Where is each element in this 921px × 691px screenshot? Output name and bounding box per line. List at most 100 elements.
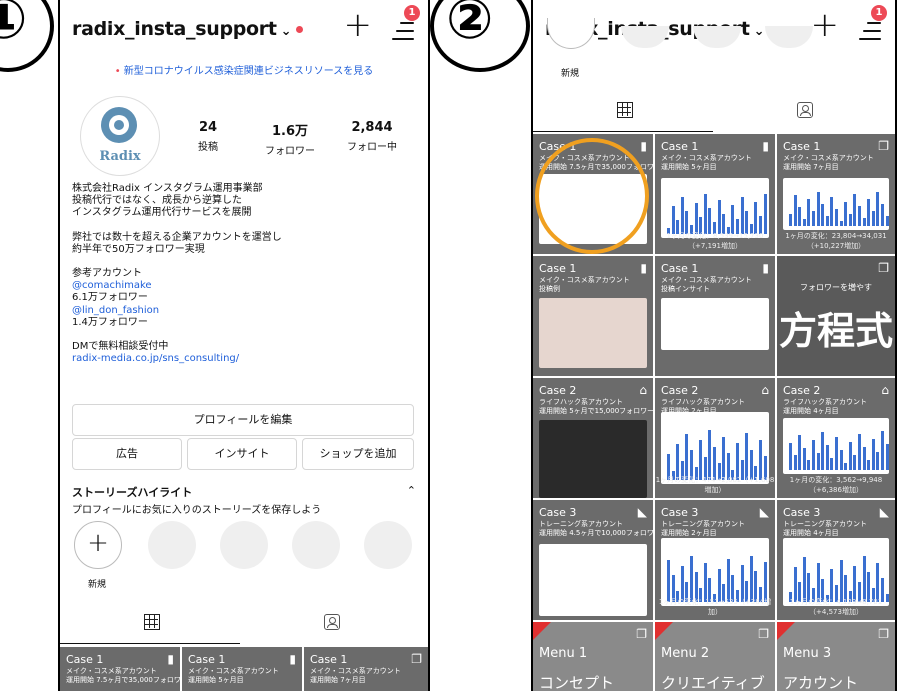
thumbnail-bar [835,208,838,226]
website-link[interactable]: radix-media.co.jp/sns_consulting/ [72,353,282,365]
post-tile[interactable]: Menu 3 アカウント ❐ [777,622,895,691]
post-tile[interactable]: Case 3 トレーニング系アカウント 運用開始 4.5ヶ月で10,000フォロワー… [533,500,653,620]
highlight-placeholder [148,521,196,569]
step-two-label: ② [446,0,494,52]
red-ribbon-icon [533,622,551,640]
thumbnail-bar [858,206,861,226]
hamburger-menu-icon[interactable] [392,22,414,46]
ads-button[interactable]: 広告 [72,438,182,470]
thumbnail-bar [844,201,848,226]
thumbnail-bar [848,213,852,226]
post-tile[interactable]: Case 1 メイク・コスメ系アカウント 投稿例 ▮ [533,256,653,376]
thumbnail-bar [862,447,866,470]
post-tile[interactable]: ❐ フォロワーを増やす 方程式 [777,256,895,376]
post-tile[interactable]: Case 2 ライフハック系アカウント 運用開始 5ヶ月で15,000フォロワー ⌂ [533,378,653,498]
chevron-down-icon: ⌄ [280,24,292,39]
thumbnail-bar [830,196,834,226]
highlights-title: ストーリーズハイライト [72,486,193,499]
thumbnail-bar [798,434,802,470]
house-icon: ⌂ [761,383,769,397]
thumbnail-bar [816,452,820,470]
posts-count[interactable]: 24 投稿 [168,120,248,153]
post-tile[interactable]: Case 1 メイク・コスメ系アカウント 運用開始 7.5ヶ月で35,000フォロワ… [60,647,180,691]
mention-link[interactable]: @lin_don_fashion [72,305,282,317]
post-tile[interactable]: Case 3 トレーニング系アカウント 運用開始 4ヶ月目 ◣ 1ヶ月の変化：4,129… [777,500,895,620]
carousel-icon: ❐ [758,627,769,641]
insights-button[interactable]: インサイト [187,438,297,470]
highlight-circle [535,138,649,254]
thumbnail-bar [816,192,820,226]
lipstick-icon: ▮ [289,652,296,666]
carousel-icon: ❐ [878,139,889,153]
highlight-placeholder [292,521,340,569]
thumbnail-bar [694,202,698,234]
tagged-tab-icon[interactable] [797,102,813,118]
post-tile[interactable]: Case 1 メイク・コスメ系アカウント 運用開始 5ヶ月目 ▮ [182,647,302,691]
hamburger-menu-icon[interactable] [859,22,881,46]
highlights-subtitle: プロフィールにお気に入りのストーリーズを保存しよう [72,505,322,516]
thumbnail-bar [867,459,871,470]
thumbnail-bar [740,196,744,234]
radix-logo-icon [101,107,137,143]
thumbnail-bar [885,215,889,226]
thumbnail-bar [871,210,875,226]
thumbnail-bar [830,457,834,470]
thumbnail-bar [853,454,857,470]
thumbnail-bar [858,434,861,470]
username-text: radix_insta_support [72,18,277,40]
post-tile[interactable]: Case 2 ライフハック系アカウント 運用開始 4ヶ月目 ⌂ 1ヶ月の変化：3,562… [777,378,895,498]
muscle-icon: ◣ [879,505,889,519]
grid-tab-icon[interactable] [617,102,633,118]
post-tile[interactable]: Case 3 トレーニング系アカウント 運用開始 2ヶ月目 ◣ 1ヶ月の変化：151→5… [655,500,775,620]
add-content-icon[interactable]: + [811,8,840,42]
thumbnail-bar [881,203,884,226]
highlight-placeholder [364,521,412,569]
chevron-up-icon[interactable]: ⌃ [407,484,416,497]
thumbnail-bar [798,206,802,226]
house-icon: ⌂ [881,383,889,397]
thumbnail-bar [862,556,866,602]
red-ribbon-icon [777,622,795,640]
post-tile[interactable]: Menu 2 クリエイティブ ❐ [655,622,775,691]
thumbnail-bar [867,198,871,226]
new-highlight-button[interactable]: + [74,521,122,569]
carousel-icon: ❐ [878,627,889,641]
chevron-down-icon: ⌄ [753,24,765,39]
thumbnail-bar [876,452,880,470]
muscle-icon: ◣ [759,505,769,519]
post-tile[interactable]: Case 1 メイク・コスメ系アカウント 運用開始 5ヶ月目 ▮ 1ヶ月の変化：8,53… [655,134,775,254]
post-tile[interactable]: Case 2 ライフハック系アカウント 運用開始 2ヶ月目 ⌂ 1ヶ月の変化：474→2… [655,378,775,498]
lipstick-icon: ▮ [167,652,174,666]
grid-tab-icon[interactable] [144,614,160,630]
thumbnail-bar [759,439,762,480]
username-switcher[interactable]: radix_insta_support⌄ [72,18,304,40]
add-content-icon[interactable]: + [344,8,373,42]
add-shop-button[interactable]: ショップを追加 [302,438,414,470]
tagged-tab-icon[interactable] [324,614,340,630]
top-bar: radix_insta_support⌄ + 1 [60,0,428,58]
followers-count[interactable]: 1.6万 フォロワー [250,120,330,157]
post-tile[interactable]: Case 1 メイク・コスメ系アカウント 投稿インサイト ▮ [655,256,775,376]
post-tile[interactable]: Case 1 メイク・コスメ系アカウント 運用開始 7ヶ月目 ❐ [304,647,428,691]
lipstick-icon: ▮ [640,139,647,153]
menu-badge: 1 [871,5,887,21]
thumbnail-bar [821,204,825,226]
avatar-logo-text: Radix [99,149,141,164]
thumbnail-bar [763,561,767,602]
thumbnail-bar [839,449,843,470]
following-count[interactable]: 2,844 フォロー中 [332,120,412,153]
edit-profile-button[interactable]: プロフィールを編集 [72,404,414,436]
thumbnail-bar [807,460,811,470]
thumbnail-bar [703,194,707,234]
covid-resources-link[interactable]: • 新型コロナウイルス感染症関連ビジネスリソースを見る [60,62,428,77]
post-tile[interactable]: Menu 1 コンセプト ❐ [533,622,653,691]
post-tile[interactable]: Case 1 メイク・コスメ系アカウント 運用開始 7ヶ月目 ❐ 1ヶ月の変化：23,8… [777,134,895,254]
thumbnail-bar [802,218,806,226]
thumbnail-bar [763,193,767,234]
mention-link[interactable]: @comachimake [72,280,282,292]
lipstick-icon: ▮ [640,261,647,275]
carousel-icon: ❐ [878,261,889,275]
avatar[interactable]: Radix [80,96,160,176]
thumbnail-bar [690,556,693,602]
carousel-icon: ❐ [636,627,647,641]
